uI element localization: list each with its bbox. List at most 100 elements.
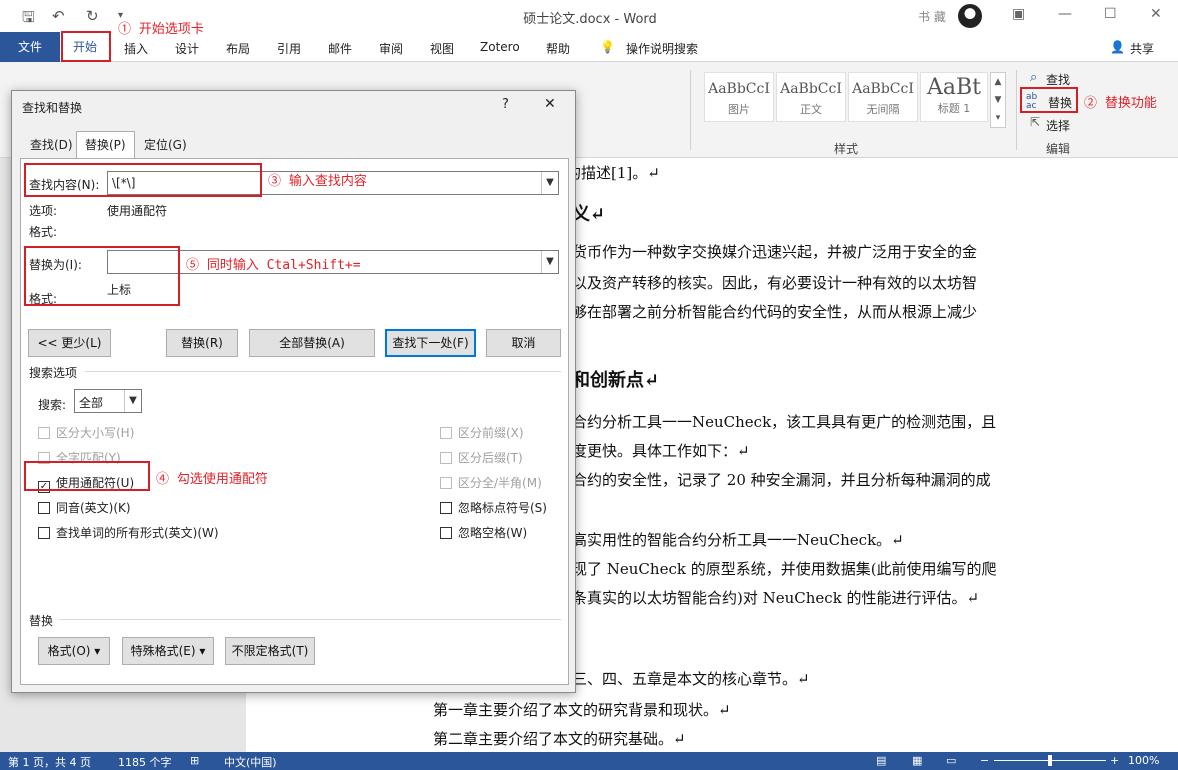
zoom-slider-thumb[interactable] xyxy=(1048,755,1052,766)
style-preview: AaBbCcI xyxy=(780,81,842,97)
checkbox-box[interactable] xyxy=(440,502,452,514)
doc-line: 和创新点↵ xyxy=(572,370,660,391)
replace-one-button[interactable]: 替换(R) xyxy=(166,329,238,357)
user-name[interactable]: 书 藏 xyxy=(918,8,946,25)
page-count[interactable]: 第 1 页，共 4 页 xyxy=(8,754,91,770)
tab-references[interactable]: 引用 xyxy=(277,40,301,57)
checkbox-match-width[interactable]: 区分全/半角(M) xyxy=(440,474,542,491)
tab-layout[interactable]: 布局 xyxy=(226,40,250,57)
read-mode-icon[interactable]: ▤ xyxy=(876,754,886,767)
checkbox-box[interactable] xyxy=(440,427,452,439)
checkbox-box[interactable] xyxy=(440,527,452,539)
tab-design[interactable]: 设计 xyxy=(175,40,199,57)
annotation-3: ③ 输入查找内容 xyxy=(268,174,367,189)
replace-all-button[interactable]: 全部替换(A) xyxy=(249,329,375,357)
tab-view[interactable]: 视图 xyxy=(430,40,454,57)
undo-icon[interactable]: ↶ xyxy=(52,7,65,25)
close-icon[interactable]: ✕ xyxy=(544,96,556,112)
checkbox-sounds-like[interactable]: 同音(英文)(K) xyxy=(38,499,131,516)
find-next-button[interactable]: 查找下一处(F) xyxy=(385,329,476,357)
tab-review[interactable]: 审阅 xyxy=(379,40,403,57)
minimize-icon[interactable]: — xyxy=(1058,6,1072,22)
checkbox-box[interactable] xyxy=(38,527,50,539)
checkbox-ignore-whitespace[interactable]: 忽略空格(W) xyxy=(440,524,527,541)
checkbox-box[interactable] xyxy=(440,452,452,464)
tab-insert[interactable]: 插入 xyxy=(124,40,148,57)
word-count[interactable]: 1185 个字 xyxy=(118,754,172,770)
ribbon-display-icon[interactable]: ▣ xyxy=(1012,6,1025,22)
doc-line: 第二章主要介绍了本文的研究基础。↵ xyxy=(433,730,686,748)
share-icon[interactable]: 👤 xyxy=(1110,40,1125,54)
options-value: 使用通配符 xyxy=(107,204,168,218)
checkbox-box[interactable] xyxy=(38,427,50,439)
ribbon-divider xyxy=(690,70,691,150)
format-button[interactable]: 格式(O) ▾ xyxy=(38,637,110,665)
search-direction-value: 全部 xyxy=(79,396,104,410)
chevron-down-icon[interactable]: ▼ xyxy=(541,172,558,194)
chevron-down-icon[interactable]: ▼ xyxy=(124,390,141,412)
maximize-icon[interactable]: ☐ xyxy=(1104,6,1117,22)
checkbox-match-suffix[interactable]: 区分后缀(T) xyxy=(440,449,523,466)
proofing-icon[interactable]: ⊞ xyxy=(190,754,199,767)
divider xyxy=(85,371,561,372)
less-button[interactable]: << 更少(L) xyxy=(28,329,111,357)
doc-line: 合约的安全性，记录了 20 种安全漏洞，并且分析每种漏洞的成 xyxy=(572,471,991,489)
style-picture[interactable]: AaBbCcI 图片 xyxy=(704,72,774,122)
zoom-out-icon[interactable]: − xyxy=(980,754,989,767)
styles-scroll[interactable]: ▲ ▼ ▾ xyxy=(990,72,1006,128)
no-formatting-button[interactable]: 不限定格式(T) xyxy=(225,637,315,665)
tab-help[interactable]: 帮助 xyxy=(546,40,570,57)
style-preview: AaBbCcI xyxy=(708,81,770,97)
checkbox-all-word-forms[interactable]: 查找单词的所有形式(英文)(W) xyxy=(38,524,219,541)
tab-find[interactable]: 查找(D) xyxy=(26,133,77,157)
checkbox-box[interactable] xyxy=(440,477,452,489)
search-direction-select[interactable]: 全部 ▼ xyxy=(74,389,142,413)
editing-group-label: 编辑 xyxy=(1046,142,1071,156)
doc-line: 以及资产转移的核实。因此，有必要设计一种有效的以太坊智 xyxy=(572,274,978,292)
checkbox-match-case[interactable]: 区分大小写(H) xyxy=(38,424,134,441)
select-icon: ⇱ xyxy=(1030,115,1041,129)
search-options-title: 搜索选项 xyxy=(29,366,78,380)
style-heading-1[interactable]: AaBt 标题 1 xyxy=(920,72,988,122)
select-button[interactable]: 选择 xyxy=(1046,117,1070,134)
redo-icon[interactable]: ↻ xyxy=(86,7,99,25)
annotation-box-wildcards xyxy=(24,461,150,491)
doc-line: 的描述[1]。↵ xyxy=(566,164,660,182)
chevron-down-icon[interactable]: ▼ xyxy=(541,251,558,273)
tab-mailings[interactable]: 邮件 xyxy=(328,40,352,57)
close-window-icon[interactable]: ✕ xyxy=(1150,6,1162,22)
cancel-button[interactable]: 取消 xyxy=(486,329,561,357)
tab-file[interactable]: 文件 xyxy=(0,32,60,62)
doc-line: 合约分析工具一一NeuCheck，该工具具有更广的检测范围，且 xyxy=(572,413,997,431)
doc-line: 度更快。具体工作如下：↵ xyxy=(572,442,750,460)
doc-line: 第一章主要介绍了本文的研究背景和现状。↵ xyxy=(433,701,731,719)
web-layout-icon[interactable]: ▭ xyxy=(946,754,956,767)
help-icon[interactable]: ? xyxy=(502,97,509,112)
checkbox-box[interactable] xyxy=(38,502,50,514)
replace-section-title: 替换 xyxy=(29,614,54,628)
zoom-in-icon[interactable]: + xyxy=(1110,754,1119,767)
ribbon-divider xyxy=(1016,70,1017,150)
checkbox-label: 忽略标点符号(S) xyxy=(458,501,547,515)
save-icon[interactable]: 🖫 xyxy=(22,7,35,32)
tell-me-search[interactable]: 操作说明搜索 xyxy=(626,40,698,57)
checkbox-match-prefix[interactable]: 区分前缀(X) xyxy=(440,424,524,441)
doc-line: 高实用性的智能合约分析工具一一NeuCheck。↵ xyxy=(572,531,904,549)
tab-zotero[interactable]: Zotero xyxy=(480,40,520,54)
doc-line: 条真实的以太坊智能合约)对 NeuCheck 的性能进行评估。↵ xyxy=(572,589,980,607)
style-name: 无间隔 xyxy=(866,103,900,116)
checkbox-ignore-punctuation[interactable]: 忽略标点符号(S) xyxy=(440,499,547,516)
special-format-button[interactable]: 特殊格式(E) ▾ xyxy=(122,637,214,665)
style-no-spacing[interactable]: AaBbCcI 无间隔 xyxy=(848,72,918,122)
checkbox-label: 区分全/半角(M) xyxy=(458,476,542,490)
style-normal[interactable]: AaBbCcI 正文 xyxy=(776,72,846,122)
print-layout-icon[interactable]: ▦ xyxy=(912,754,922,767)
zoom-level[interactable]: 100% xyxy=(1128,754,1159,767)
tab-replace[interactable]: 替换(P) xyxy=(76,131,135,159)
language-indicator[interactable]: 中文(中国) xyxy=(224,754,277,770)
find-button[interactable]: 查找 xyxy=(1046,71,1070,88)
tab-goto[interactable]: 定位(G) xyxy=(140,133,191,157)
window-title: 硕士论文.docx - Word xyxy=(523,12,657,27)
share-button[interactable]: 共享 xyxy=(1130,40,1154,57)
avatar[interactable] xyxy=(958,4,982,28)
